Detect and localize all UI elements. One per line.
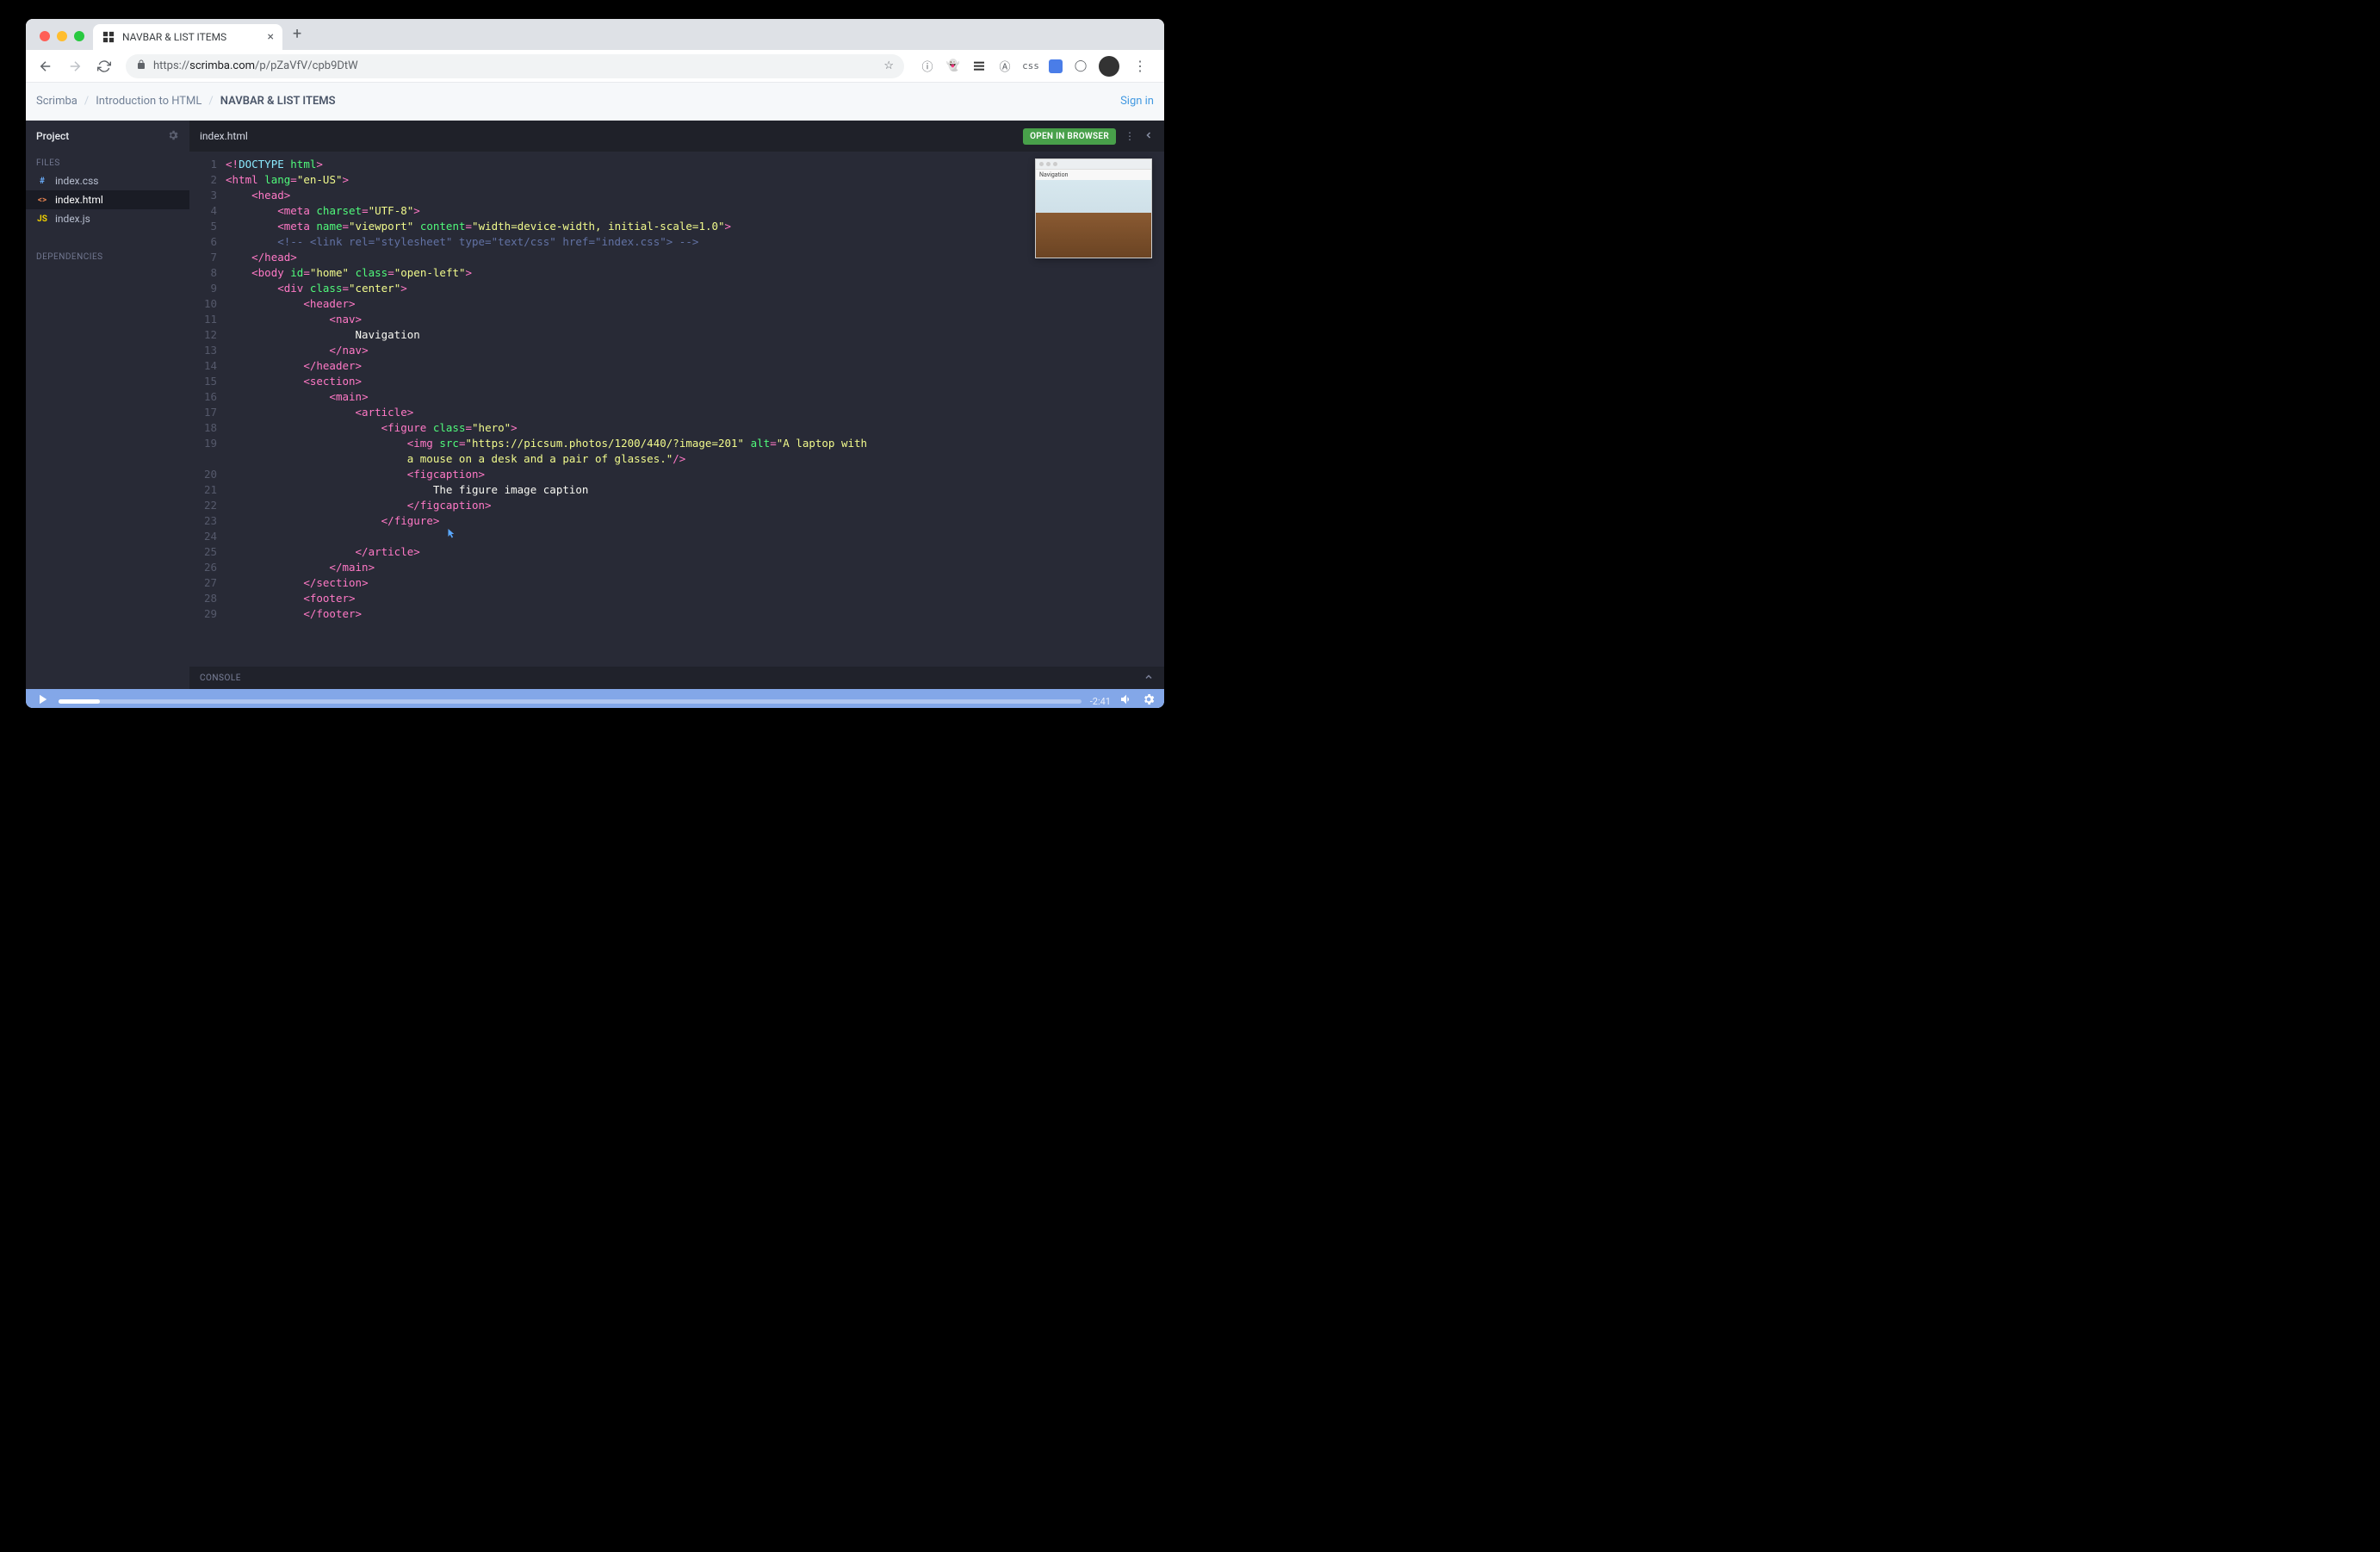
tab-title: NAVBAR & LIST ITEMS [122, 31, 261, 43]
preview-chrome [1036, 159, 1151, 170]
new-tab-button[interactable]: + [282, 25, 312, 50]
console-expand-icon[interactable] [1144, 672, 1154, 685]
browser-window: NAVBAR & LIST ITEMS × + https://scrimba.… [26, 19, 1164, 708]
extension-icon[interactable]: ◯ [1073, 59, 1088, 74]
breadcrumb-separator: / [208, 95, 213, 108]
code-editor[interactable]: 1234567891011121314151617181920212223242… [189, 152, 1164, 667]
breadcrumb: Scrimba / Introduction to HTML / NAVBAR … [36, 95, 336, 108]
project-title: Project [36, 130, 69, 142]
editor-tab[interactable]: index.html [200, 130, 248, 142]
file-name: index.js [55, 213, 90, 225]
bookmark-star-icon[interactable]: ☆ [883, 59, 894, 72]
time-remaining: -2:41 [1090, 696, 1111, 707]
collapse-panel-icon[interactable] [1144, 130, 1154, 143]
window-controls [34, 31, 93, 50]
file-type-icon: JS [36, 214, 48, 224]
file-type-icon: # [36, 177, 48, 186]
address-bar[interactable]: https://scrimba.com/p/pZaVfV/cpb9DtW ☆ [126, 54, 904, 78]
ide-container: Project FILES # index.css <> index.html JS in… [26, 121, 1164, 689]
extension-icon[interactable]: css [1023, 59, 1038, 74]
sign-in-link[interactable]: Sign in [1120, 95, 1154, 108]
extension-icon[interactable]: 👻 [945, 59, 961, 74]
progress-bar[interactable] [59, 699, 1082, 704]
browser-tab-bar: NAVBAR & LIST ITEMS × + [26, 19, 1164, 50]
preview-hero-image [1036, 180, 1151, 258]
breadcrumb-item[interactable]: Scrimba [36, 95, 77, 108]
lock-icon [136, 59, 146, 73]
play-button[interactable] [34, 692, 50, 708]
file-item[interactable]: JS index.js [26, 209, 189, 228]
code-content[interactable]: <!DOCTYPE html><html lang="en-US"> <head… [226, 157, 1164, 661]
editor-area: index.html OPEN IN BROWSER ⋮ 12345678910… [189, 121, 1164, 689]
extension-icon[interactable] [971, 59, 987, 74]
sidebar-header: Project [26, 121, 189, 152]
files-section-label: FILES [26, 152, 189, 171]
console-label: CONSOLE [200, 674, 241, 683]
scrimba-favicon-icon [102, 30, 115, 44]
video-player-bar: -2:41 [26, 689, 1164, 708]
file-name: index.html [55, 194, 103, 206]
volume-icon[interactable] [1119, 692, 1133, 708]
file-name: index.css [55, 175, 98, 187]
progress-fill [59, 699, 100, 704]
gear-icon[interactable] [167, 129, 179, 144]
preview-nav-text: Navigation [1036, 170, 1151, 180]
breadcrumb-separator: / [84, 95, 89, 108]
file-type-icon: <> [36, 196, 48, 205]
reload-button[interactable] [91, 53, 117, 79]
file-list: # index.css <> index.html JS index.js [26, 171, 189, 228]
file-item[interactable]: # index.css [26, 171, 189, 190]
console-bar[interactable]: CONSOLE [189, 667, 1164, 689]
preview-thumbnail[interactable]: Navigation [1035, 158, 1152, 258]
editor-tab-bar: index.html OPEN IN BROWSER ⋮ [189, 121, 1164, 152]
more-options-icon[interactable]: ⋮ [1125, 130, 1135, 142]
extension-icon[interactable]: Ⓐ [997, 59, 1013, 74]
extension-icon[interactable] [1049, 59, 1063, 73]
url-text: https://scrimba.com/p/pZaVfV/cpb9DtW [153, 59, 877, 72]
dependencies-section-label: DEPENDENCIES [26, 245, 189, 265]
window-maximize-button[interactable] [74, 31, 84, 41]
tab-close-icon[interactable]: × [268, 30, 274, 44]
project-sidebar: Project FILES # index.css <> index.html JS in… [26, 121, 189, 689]
window-minimize-button[interactable] [57, 31, 67, 41]
scrimba-header: Scrimba / Introduction to HTML / NAVBAR … [26, 83, 1164, 121]
breadcrumb-item-current: NAVBAR & LIST ITEMS [220, 95, 336, 108]
forward-button[interactable] [62, 53, 88, 79]
editor-actions: OPEN IN BROWSER ⋮ [1023, 128, 1154, 145]
back-button[interactable] [33, 53, 59, 79]
settings-gear-icon[interactable] [1142, 692, 1156, 708]
open-in-browser-button[interactable]: OPEN IN BROWSER [1023, 128, 1116, 145]
browser-menu-icon[interactable]: ⋮ [1130, 58, 1150, 74]
file-item[interactable]: <> index.html [26, 190, 189, 209]
info-icon[interactable]: ⓘ [920, 59, 935, 74]
browser-tab[interactable]: NAVBAR & LIST ITEMS × [93, 24, 282, 50]
profile-avatar[interactable] [1099, 56, 1119, 77]
browser-toolbar: https://scrimba.com/p/pZaVfV/cpb9DtW ☆ ⓘ… [26, 50, 1164, 83]
breadcrumb-item[interactable]: Introduction to HTML [96, 95, 201, 108]
window-close-button[interactable] [40, 31, 50, 41]
extension-icons: ⓘ 👻 Ⓐ css ◯ ⋮ [913, 56, 1157, 77]
line-gutter: 1234567891011121314151617181920212223242… [189, 157, 226, 661]
